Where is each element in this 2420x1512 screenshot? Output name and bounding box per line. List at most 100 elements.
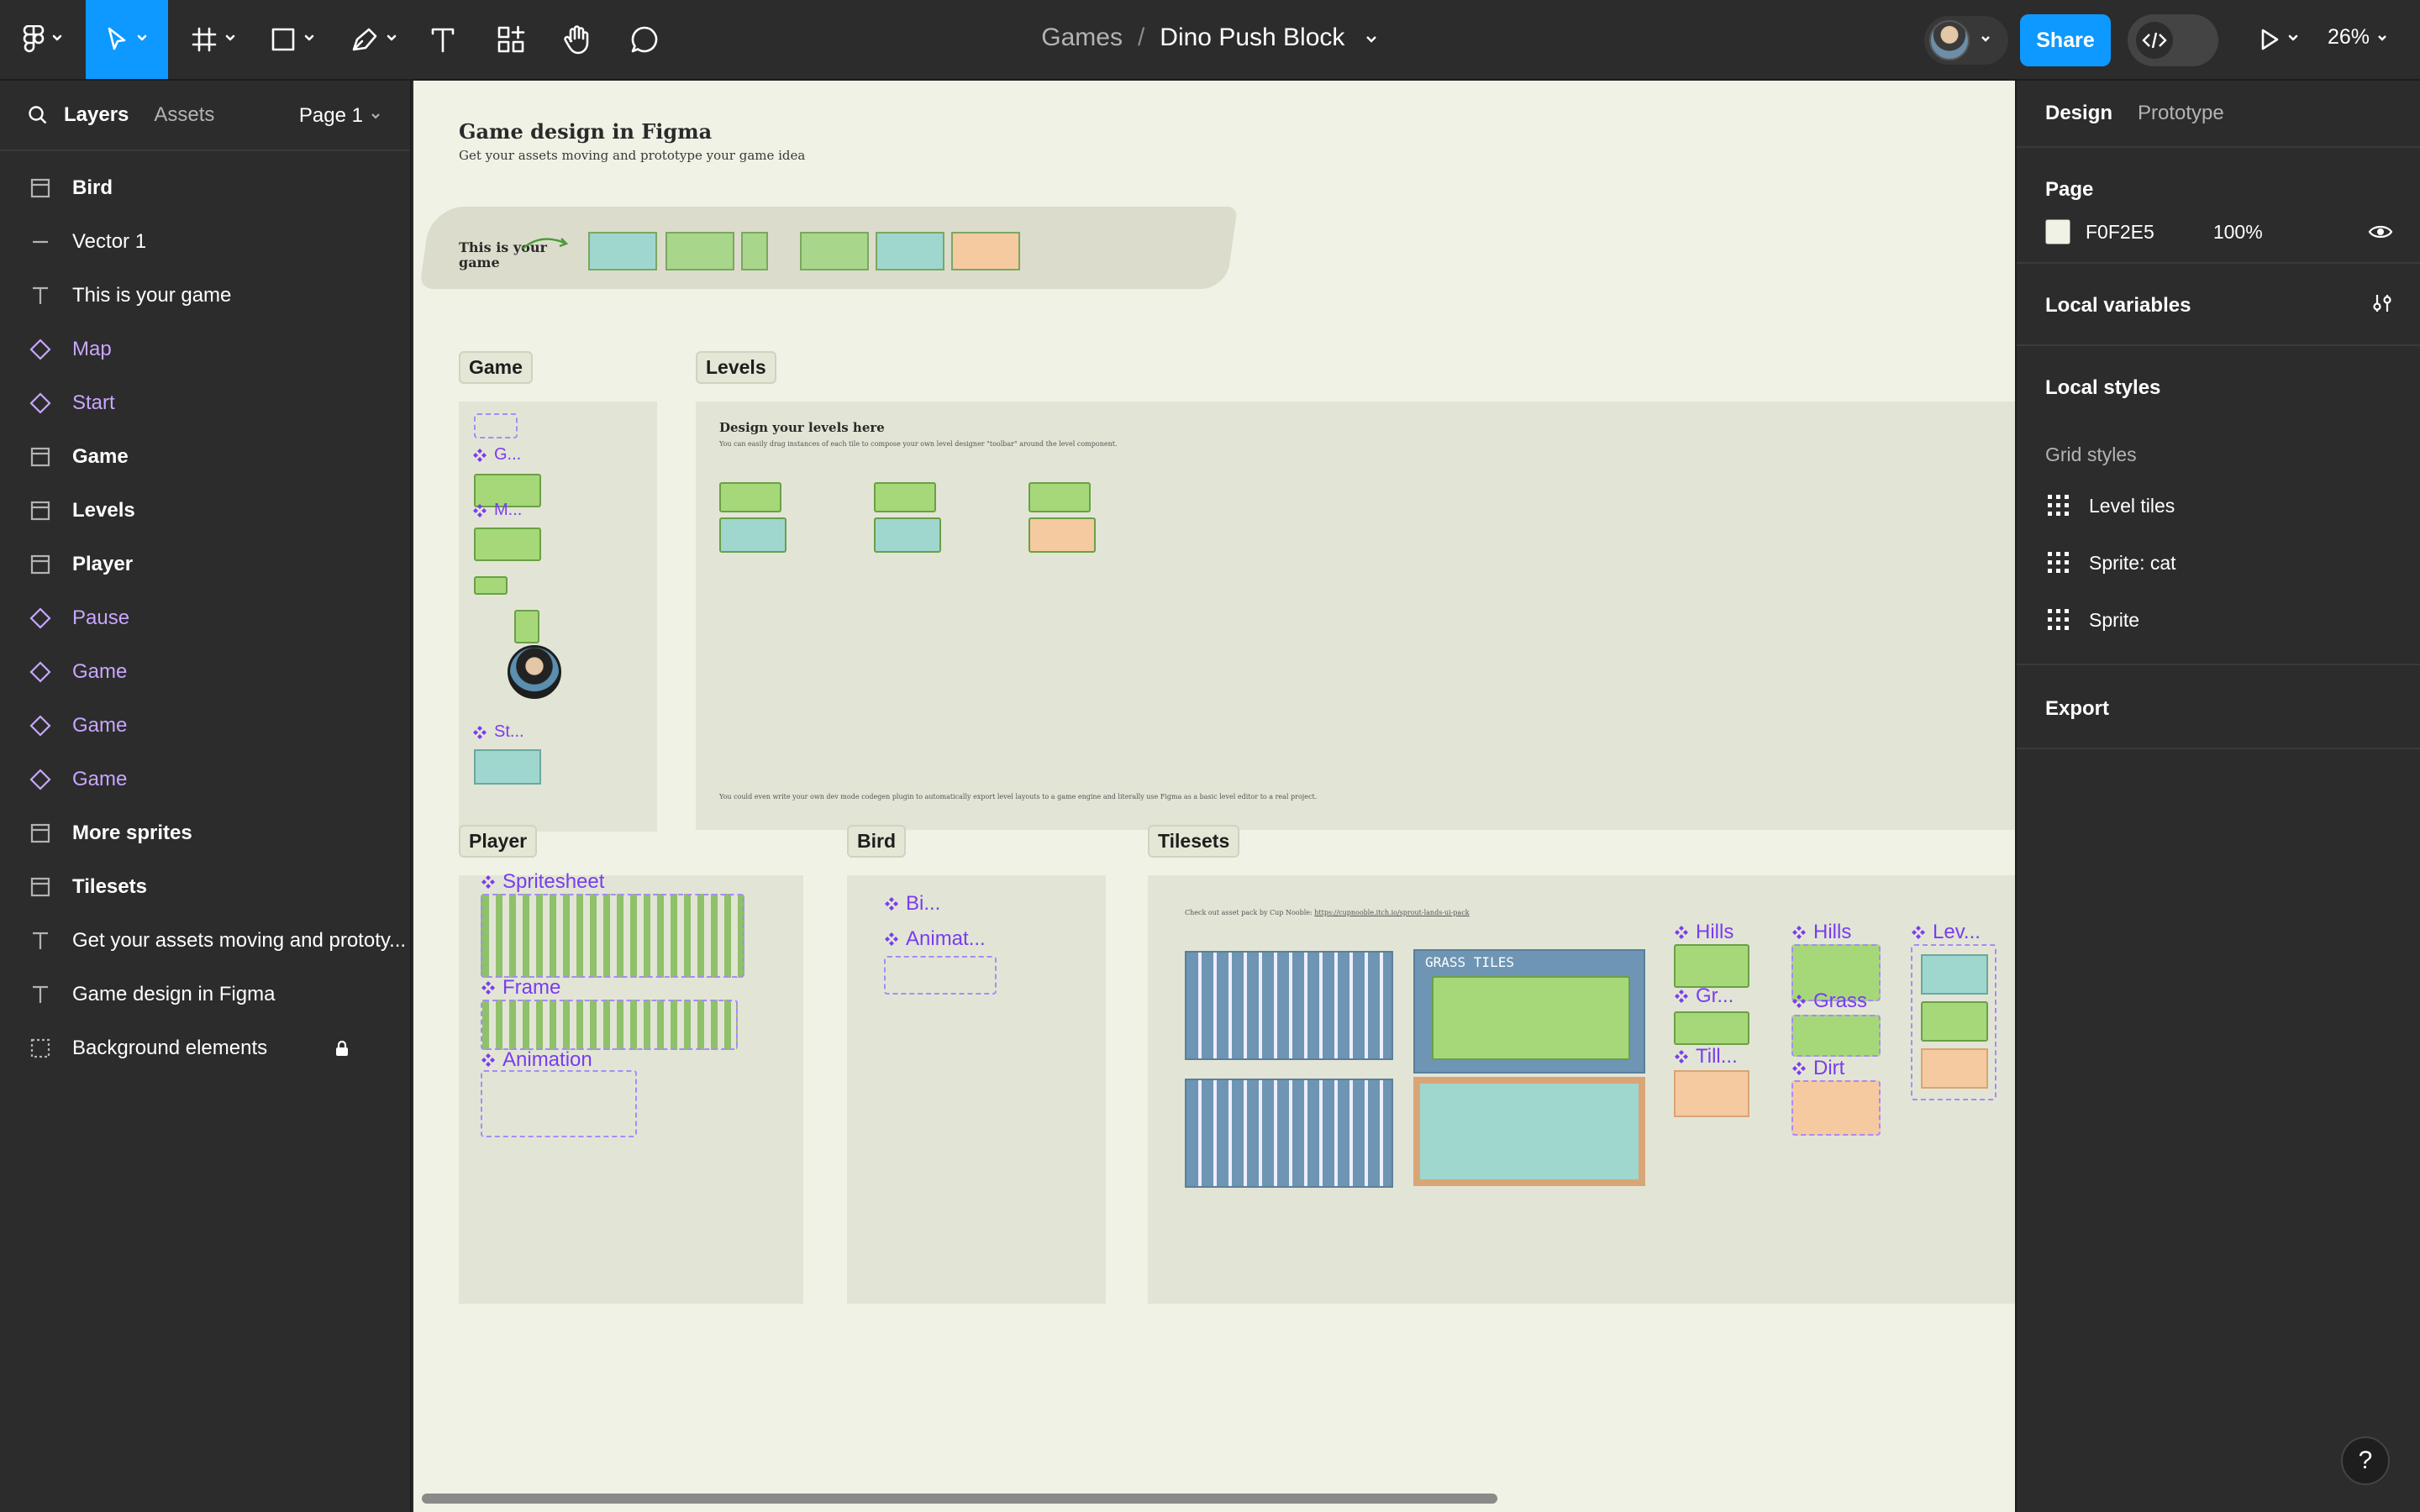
- layer-row[interactable]: This is your game: [0, 269, 410, 323]
- tab-layers[interactable]: Layers: [64, 103, 129, 127]
- page-selector[interactable]: Page 1: [299, 104, 381, 128]
- level-tiles[interactable]: [719, 482, 781, 512]
- variables-sliders-icon[interactable]: [2371, 292, 2393, 314]
- hills-tiles[interactable]: [1674, 944, 1749, 988]
- layer-row[interactable]: Vector 1: [0, 215, 410, 269]
- tab-prototype[interactable]: Prototype: [2138, 102, 2224, 125]
- share-button[interactable]: Share: [2020, 14, 2111, 66]
- resources-tool-button[interactable]: [492, 0, 529, 79]
- frame-game[interactable]: G... M... St...: [459, 402, 657, 832]
- component-label[interactable]: Dirt: [1791, 1057, 1844, 1080]
- levels-subtitle[interactable]: You can easily drag instances of each ti…: [719, 440, 1117, 448]
- animation-component[interactable]: [481, 1070, 637, 1137]
- plus-icon[interactable]: [2371, 375, 2393, 396]
- horizontal-scrollbar[interactable]: [422, 1494, 1497, 1504]
- hand-tool-button[interactable]: [560, 0, 595, 79]
- banner-thumb[interactable]: [951, 232, 1020, 270]
- level-thumb[interactable]: [1028, 517, 1096, 553]
- component-label[interactable]: Animat...: [884, 927, 986, 951]
- canvas-heading[interactable]: Game design in Figma: [459, 119, 712, 144]
- frame-label-tilesets[interactable]: Tilesets: [1148, 825, 1240, 858]
- canvas-subheading[interactable]: Get your assets moving and prototype you…: [459, 148, 805, 163]
- comment-tool-button[interactable]: [627, 0, 662, 79]
- water-frame[interactable]: [1413, 1077, 1645, 1186]
- help-button[interactable]: ?: [2341, 1436, 2390, 1485]
- layer-row[interactable]: Bird: [0, 161, 410, 215]
- pause-thumb[interactable]: [474, 576, 508, 595]
- frame-bird[interactable]: Bi... Animat...: [847, 875, 1106, 1304]
- tileset-credit[interactable]: Check out asset pack by Cup Nooble: http…: [1185, 909, 1470, 916]
- banner-thumb[interactable]: [741, 232, 768, 270]
- component-set[interactable]: [474, 413, 518, 438]
- layer-row[interactable]: Get your assets moving and prototy...: [0, 914, 410, 968]
- frame-tool-button[interactable]: [183, 0, 244, 79]
- levels-footer[interactable]: You could even write your own dev mode c…: [719, 793, 1317, 801]
- grass-tiles-sheet[interactable]: GRASS TILES: [1413, 949, 1645, 1074]
- component-label[interactable]: Frame: [481, 976, 560, 1000]
- layer-row[interactable]: Tilesets: [0, 860, 410, 914]
- layer-row[interactable]: Game: [0, 699, 410, 753]
- layer-row[interactable]: More sprites: [0, 806, 410, 860]
- tilled-tiles[interactable]: [1674, 1070, 1749, 1117]
- level-tiles[interactable]: [874, 482, 936, 512]
- lock-icon[interactable]: [334, 1040, 350, 1057]
- grid-style-item[interactable]: Level tiles: [2045, 489, 2175, 522]
- text-tool-button[interactable]: [425, 0, 460, 79]
- layer-row[interactable]: Levels: [0, 484, 410, 538]
- component-label[interactable]: Hills: [1674, 921, 1733, 944]
- grass-component[interactable]: [1791, 1015, 1881, 1057]
- component-label[interactable]: Lev...: [1911, 921, 1981, 944]
- present-button[interactable]: [2254, 0, 2304, 79]
- frame-label-player[interactable]: Player: [459, 825, 538, 858]
- component-label[interactable]: Hills: [1791, 921, 1851, 944]
- component-label[interactable]: G...: [472, 445, 521, 465]
- player-thumb[interactable]: [514, 610, 539, 643]
- start-thumb[interactable]: [474, 749, 541, 785]
- spritesheet[interactable]: [481, 894, 744, 978]
- project-name[interactable]: Games: [1041, 24, 1123, 51]
- layer-row[interactable]: Game: [0, 753, 410, 806]
- layer-row[interactable]: Map: [0, 323, 410, 376]
- level-thumb[interactable]: [719, 517, 786, 553]
- file-name[interactable]: Dino Push Block: [1160, 24, 1344, 51]
- plus-icon[interactable]: [2371, 696, 2393, 717]
- grid-style-item[interactable]: Sprite: cat: [2045, 546, 2176, 580]
- component-label[interactable]: St...: [472, 722, 524, 742]
- frame-tilesets[interactable]: Check out asset pack by Cup Nooble: http…: [1148, 875, 2015, 1304]
- component-label[interactable]: Till...: [1674, 1045, 1738, 1068]
- tileset-sheet[interactable]: [1185, 1079, 1393, 1188]
- banner-thumb[interactable]: [588, 232, 657, 270]
- frame-label-bird[interactable]: Bird: [847, 825, 906, 858]
- eye-icon[interactable]: [2368, 222, 2393, 242]
- dev-mode-toggle[interactable]: [2128, 14, 2218, 66]
- page-color-swatch[interactable]: [2045, 219, 2070, 244]
- tileset-sheet[interactable]: [1185, 951, 1393, 1060]
- layer-row[interactable]: Game design in Figma: [0, 968, 410, 1021]
- chevron-down-icon[interactable]: [1364, 31, 1379, 46]
- banner-thumb[interactable]: [876, 232, 944, 270]
- component-label[interactable]: Gr...: [1674, 984, 1733, 1008]
- layer-row[interactable]: Game: [0, 645, 410, 699]
- layer-row[interactable]: Player: [0, 538, 410, 591]
- layer-row[interactable]: Pause: [0, 591, 410, 645]
- level-thumb[interactable]: [874, 517, 941, 553]
- levels-title[interactable]: Design your levels here: [719, 420, 885, 435]
- component-label[interactable]: Bi...: [884, 892, 940, 916]
- map-thumb[interactable]: [474, 528, 541, 561]
- component-label[interactable]: Grass: [1791, 990, 1867, 1013]
- tab-design[interactable]: Design: [2045, 102, 2112, 125]
- layer-row[interactable]: Background elements: [0, 1021, 410, 1075]
- banner-thumb[interactable]: [666, 232, 734, 270]
- component-label[interactable]: M...: [472, 501, 522, 520]
- component-label[interactable]: Spritesheet: [481, 870, 604, 894]
- frame-component[interactable]: [481, 1000, 738, 1050]
- level-tile-swatches[interactable]: [1911, 944, 1996, 1100]
- pen-tool-button[interactable]: [343, 0, 405, 79]
- grass-tiles[interactable]: [1674, 1011, 1749, 1045]
- search-icon[interactable]: [27, 104, 49, 126]
- shape-tool-button[interactable]: [262, 0, 323, 79]
- level-tiles[interactable]: [1028, 482, 1091, 512]
- component-label[interactable]: Animation: [481, 1048, 592, 1072]
- layer-row[interactable]: Game: [0, 430, 410, 484]
- grid-style-item[interactable]: Sprite: [2045, 603, 2139, 637]
